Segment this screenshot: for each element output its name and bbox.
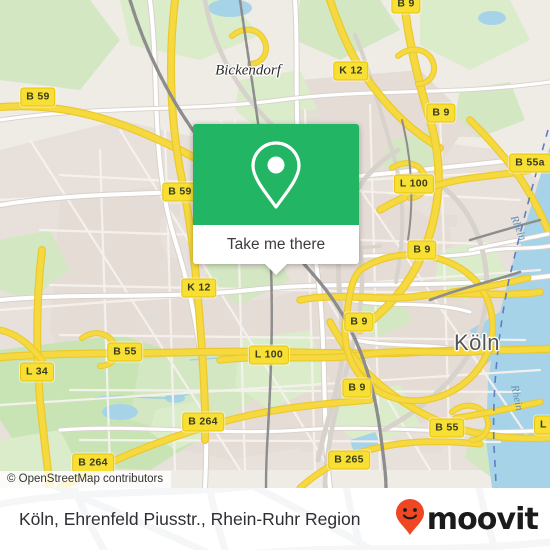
footer-bar: Köln, Ehrenfeld Piusstr., Rhein-Ruhr Reg… — [0, 488, 550, 550]
road-shield: B 55 — [429, 418, 465, 438]
callout-tail — [265, 264, 287, 275]
callout-header — [193, 124, 359, 225]
map-pin-icon — [248, 139, 304, 211]
road-shield: L 100 — [393, 174, 435, 194]
road-shield: B 264 — [72, 453, 114, 473]
road-shield: L 100 — [248, 345, 290, 365]
map-viewport[interactable]: .land { fill:#efebe5; } .urban { fill:#e… — [0, 0, 550, 488]
road-shield: B 55a — [509, 153, 550, 173]
moovit-wordmark: moovit — [426, 502, 539, 537]
take-me-there-button[interactable]: Take me there — [193, 225, 359, 264]
road-shield: K 12 — [181, 278, 217, 298]
location-callout-card[interactable]: Take me there — [193, 124, 359, 275]
map-screenshot-root: .land { fill:#efebe5; } .urban { fill:#e… — [0, 0, 550, 550]
road-shield: B 59 — [20, 87, 56, 107]
page-title: Köln, Ehrenfeld Piusstr., Rhein-Ruhr Reg… — [19, 508, 361, 529]
road-shield: B 265 — [328, 450, 370, 470]
road-shield: B 9 — [426, 103, 456, 123]
map-label-bickendorf: Bickendorf — [215, 62, 281, 79]
road-shield: B 9 — [391, 0, 421, 14]
road-shield: B 9 — [342, 378, 372, 398]
moovit-smiley-pin-icon — [395, 498, 425, 541]
road-shield: B 55 — [107, 342, 143, 362]
osm-attribution[interactable]: © OpenStreetMap contributors — [0, 471, 172, 488]
map-label-koln: Köln — [453, 330, 501, 355]
road-shield: B 9 — [407, 240, 437, 260]
moovit-logo[interactable]: moovit — [395, 488, 539, 550]
road-shield: L 2 — [534, 415, 550, 435]
road-shield: L 34 — [19, 362, 55, 382]
road-shield: K 12 — [333, 61, 369, 81]
road-shield: B 264 — [182, 412, 224, 432]
road-shield: B 9 — [344, 312, 374, 332]
